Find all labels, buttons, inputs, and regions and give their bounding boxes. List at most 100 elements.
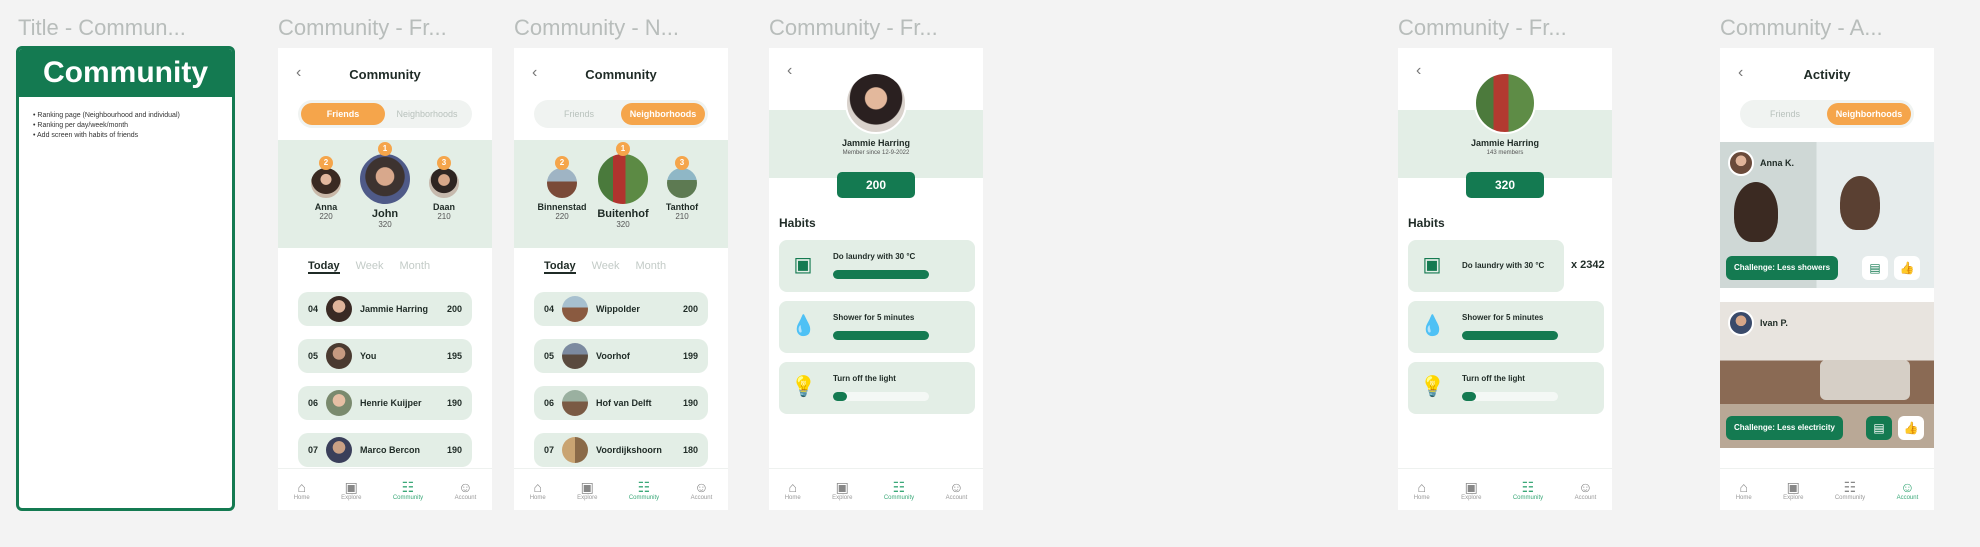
header: ‹ Community (278, 48, 492, 100)
ranking-row[interactable]: 06 Hof van Delft 190 (534, 386, 708, 420)
nav-account[interactable]: ☺ Account (691, 479, 713, 501)
nav-home[interactable]: ⌂ Home (1736, 479, 1752, 501)
community-activity-screen: ‹ Activity Friends Neighborhoods Anna K.… (1720, 48, 1934, 510)
explore-icon: ▣ (1786, 478, 1800, 495)
segment-friends[interactable]: Friends (301, 103, 385, 125)
habit-card[interactable]: 💡 Turn off the light (1408, 362, 1604, 414)
like-icon[interactable]: 👍 (1894, 256, 1920, 280)
avatar (358, 152, 412, 206)
tab-month[interactable]: Month (400, 260, 431, 274)
segment-friends[interactable]: Friends (537, 103, 621, 125)
nav-account[interactable]: ☺ Account (1575, 479, 1597, 501)
challenge-badge[interactable]: Challenge: Less electricity (1726, 416, 1843, 440)
podium-first[interactable]: 1 John 320 (356, 142, 414, 229)
washing-machine-icon: ▣ (793, 254, 813, 276)
profile-subtitle: 143 members (1486, 150, 1524, 156)
ranking-row[interactable]: 07 Voordijkshoorn 180 (534, 433, 708, 467)
podium: 2 Anna 220 1 John 320 3 Daan 210 (278, 140, 492, 248)
nav-home[interactable]: ⌂ Home (1414, 479, 1430, 501)
home-icon: ⌂ (297, 478, 306, 495)
nav-community[interactable]: ☷ Community (629, 479, 659, 501)
back-icon[interactable]: ‹ (1738, 64, 1743, 82)
period-tabs: Today Week Month (544, 260, 698, 274)
home-icon: ⌂ (533, 478, 542, 495)
comment-icon[interactable]: ▤ (1862, 256, 1888, 280)
nav-account[interactable]: ☺ Account (455, 479, 477, 501)
comment-icon[interactable]: ▤ (1866, 416, 1892, 440)
back-icon[interactable]: ‹ (787, 62, 792, 80)
habit-card[interactable]: ▣ Do laundry with 30 °C (779, 240, 975, 292)
habit-progress (1462, 392, 1558, 401)
podium-second[interactable]: 2 Anna 220 (308, 156, 344, 221)
tab-month[interactable]: Month (636, 260, 667, 274)
podium-name: Binnenstad (537, 202, 587, 212)
nav-explore[interactable]: ▣ Explore (577, 479, 597, 501)
nav-explore[interactable]: ▣ Explore (832, 479, 852, 501)
ranking-row[interactable]: 05 Voorhof 199 (534, 339, 708, 373)
community-icon: ☷ (1843, 478, 1857, 495)
tab-today[interactable]: Today (544, 260, 576, 274)
podium-third[interactable]: 3 Daan 210 (426, 156, 462, 221)
activity-post[interactable]: Ivan P. Challenge: Less electricity ▤ 👍 (1720, 302, 1934, 448)
profile-name: Jammie Harring (1470, 138, 1540, 148)
nav-community[interactable]: ☷ Community (884, 479, 914, 501)
ranking-row[interactable]: 04 Jammie Harring 200 (298, 292, 472, 326)
segment-control: Friends Neighborhoods (298, 100, 472, 128)
ranking-row[interactable]: 05 You 195 (298, 339, 472, 373)
habit-card[interactable]: 💧 Shower for 5 minutes (1408, 301, 1604, 353)
podium-second[interactable]: 2 Binnenstad 220 (536, 156, 588, 221)
habit-card[interactable]: ▣ Do laundry with 30 °C (1408, 240, 1564, 292)
segment-friends[interactable]: Friends (1743, 103, 1827, 125)
habit-card[interactable]: 💧 Shower for 5 minutes (779, 301, 975, 353)
avatar (326, 343, 352, 369)
post-user[interactable]: Anna K. (1728, 150, 1794, 176)
post-image (1734, 182, 1778, 242)
rank-name: Voordijkshoorn (596, 445, 662, 455)
frame-title: Community - A... (1720, 15, 1883, 40)
nav-community[interactable]: ☷ Community (393, 479, 423, 501)
tab-week[interactable]: Week (356, 260, 384, 274)
segment-neighborhoods[interactable]: Neighborhoods (621, 103, 705, 125)
challenge-badge[interactable]: Challenge: Less showers (1726, 256, 1839, 280)
podium-first[interactable]: 1 Buitenhof 320 (592, 142, 654, 229)
segment-neighborhoods[interactable]: Neighborhoods (1827, 103, 1911, 125)
like-icon[interactable]: 👍 (1898, 416, 1924, 440)
frame-title: Community - N... (514, 15, 680, 40)
podium-name: Tanthof (665, 202, 699, 212)
nav-home[interactable]: ⌂ Home (785, 479, 801, 501)
avatar (596, 152, 650, 206)
habit-name: Turn off the light (1462, 374, 1525, 383)
account-icon: ☺ (1900, 478, 1915, 495)
explore-icon: ▣ (344, 478, 358, 495)
nav-account[interactable]: ☺ Account (1897, 479, 1919, 501)
tab-today[interactable]: Today (308, 260, 340, 274)
ranking-row[interactable]: 07 Marco Bercon 190 (298, 433, 472, 467)
nav-home[interactable]: ⌂ Home (530, 479, 546, 501)
activity-post[interactable]: Anna K. Challenge: Less showers ▤ 👍 (1720, 142, 1934, 288)
nav-account[interactable]: ☺ Account (946, 479, 968, 501)
community-icon: ☷ (1521, 478, 1535, 495)
nav-community[interactable]: ☷ Community (1513, 479, 1543, 501)
ranking-row[interactable]: 06 Henrie Kuijper 190 (298, 386, 472, 420)
washing-machine-icon: ▣ (1422, 254, 1442, 276)
habit-card[interactable]: 💡 Turn off the light (779, 362, 975, 414)
tab-week[interactable]: Week (592, 260, 620, 274)
nav-explore[interactable]: ▣ Explore (341, 479, 361, 501)
back-icon[interactable]: ‹ (1416, 62, 1421, 80)
avatar (1728, 310, 1754, 336)
post-user[interactable]: Ivan P. (1728, 310, 1788, 336)
frame-title: Title - Commun... (18, 15, 186, 40)
segment-neighborhoods[interactable]: Neighborhoods (385, 103, 469, 125)
nav-home[interactable]: ⌂ Home (294, 479, 310, 501)
rank-name: Jammie Harring (360, 304, 429, 314)
rank-points: 200 (682, 304, 698, 314)
podium-third[interactable]: 3 Tanthof 210 (658, 156, 706, 221)
account-icon: ☺ (1578, 478, 1593, 495)
ranking-row[interactable]: 04 Wippolder 200 (534, 292, 708, 326)
home-icon: ⌂ (1417, 478, 1426, 495)
nav-explore[interactable]: ▣ Explore (1783, 479, 1803, 501)
back-icon[interactable]: ‹ (532, 64, 537, 82)
nav-explore[interactable]: ▣ Explore (1461, 479, 1481, 501)
back-icon[interactable]: ‹ (296, 64, 301, 82)
nav-community[interactable]: ☷ Community (1835, 479, 1865, 501)
